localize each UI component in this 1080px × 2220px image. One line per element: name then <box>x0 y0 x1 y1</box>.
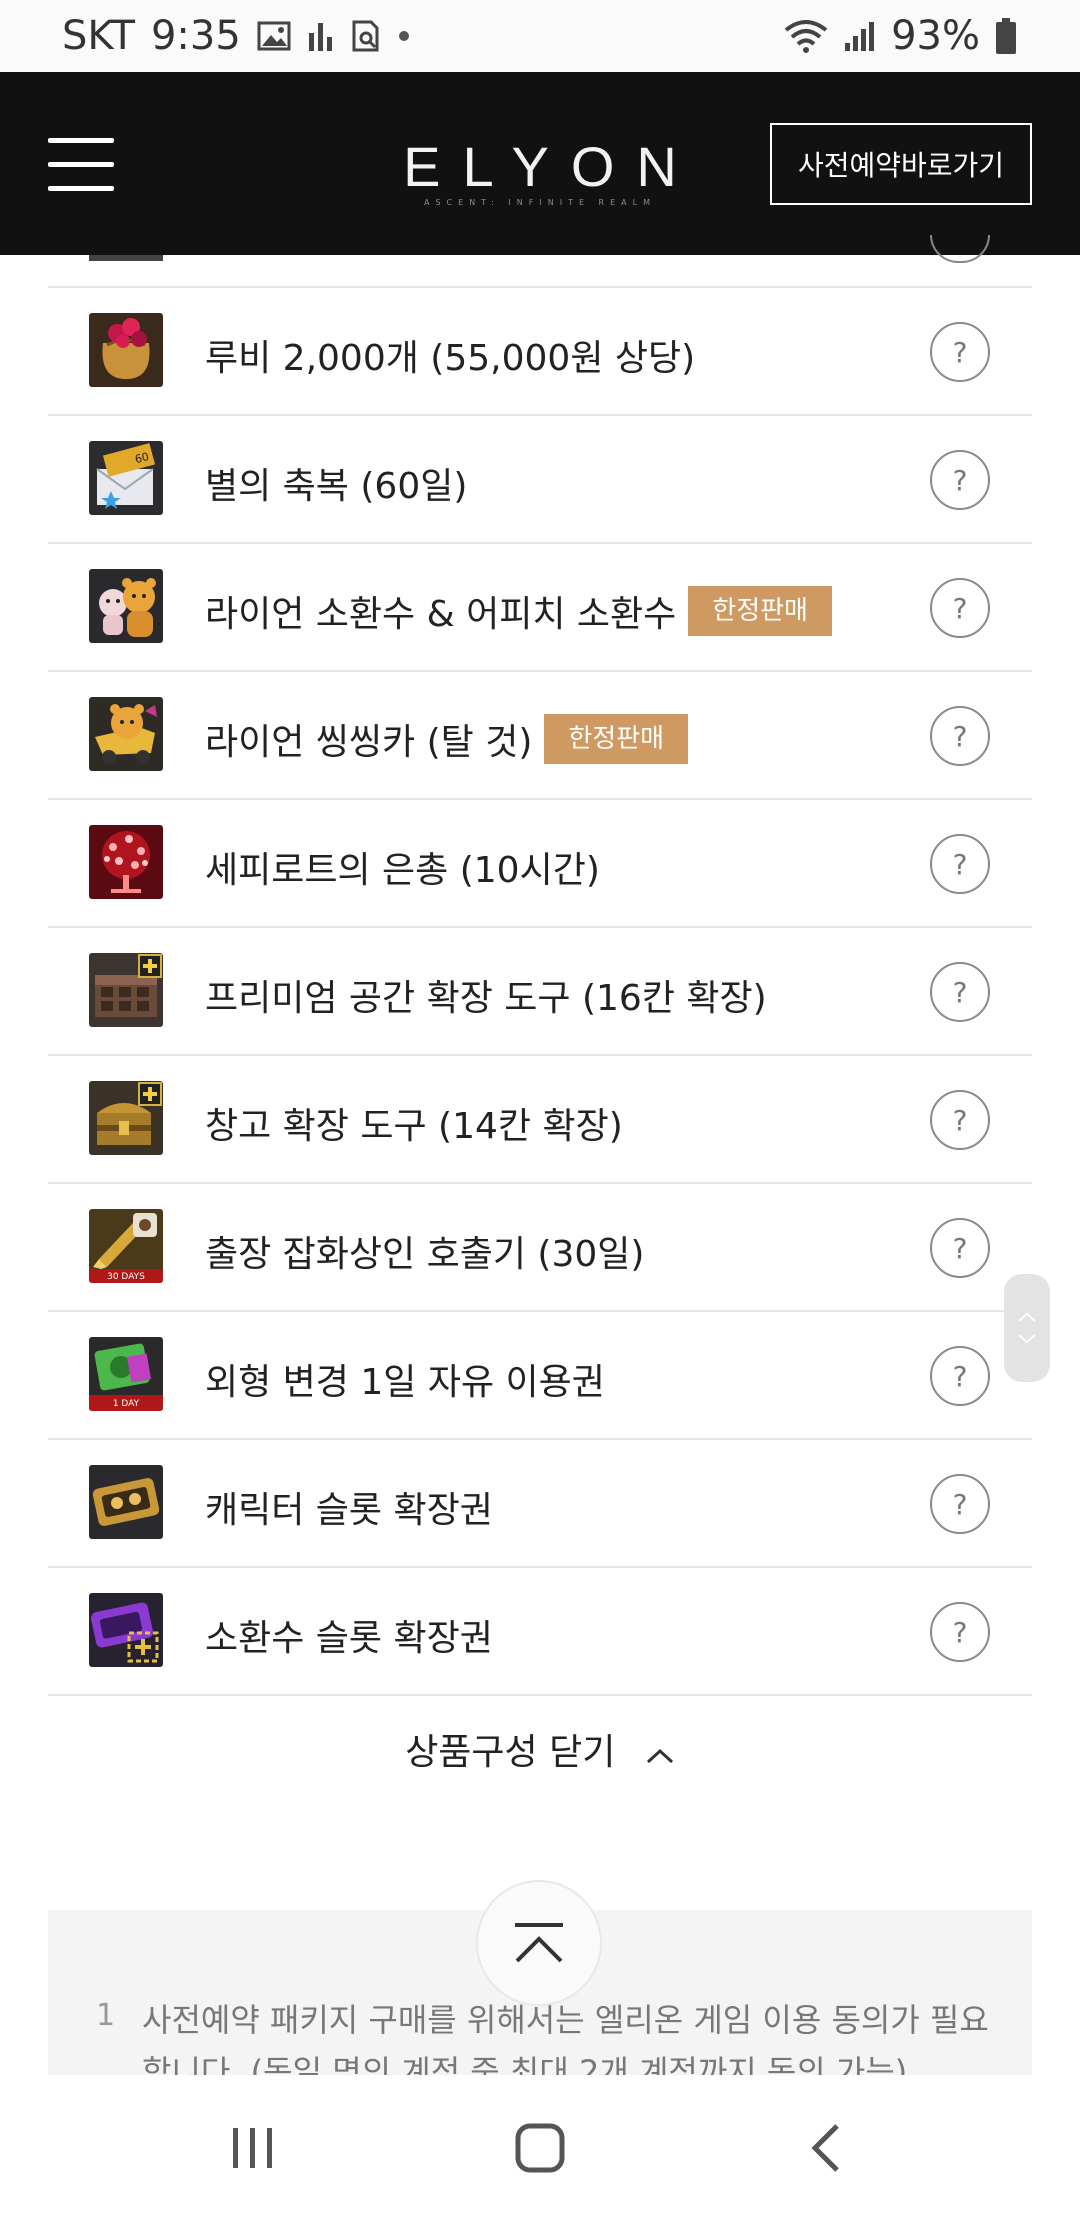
item-thumbnail <box>89 255 163 261</box>
help-button[interactable]: ? <box>930 962 990 1022</box>
help-button[interactable]: ? <box>930 1602 990 1662</box>
item-title: 별의 축복 (60일) <box>205 466 468 507</box>
preregister-button[interactable]: 사전예약바로가기 <box>770 123 1032 205</box>
help-button[interactable]: ? <box>930 706 990 766</box>
site-header: ELYON ASCENT: INFINITE REALM 사전예약바로가기 <box>0 72 1080 255</box>
chevron-up-icon <box>645 1734 675 1775</box>
list-item: 라이언 소환수 & 어피치 소환수 한정판매 ? <box>48 544 1032 672</box>
signal-icon <box>843 19 877 53</box>
help-button[interactable]: ? <box>930 1090 990 1150</box>
list-item: 30 DAYS 출장 잡화상인 호출기 (30일) ? <box>48 1184 1032 1312</box>
list-item: 세피로트의 은총 (10시간) ? <box>48 800 1032 928</box>
help-button[interactable]: ? <box>930 578 990 638</box>
scroll-to-top-button[interactable] <box>476 1880 602 2006</box>
system-nav-bar <box>0 2075 1080 2220</box>
help-button[interactable]: ? <box>930 834 990 894</box>
status-bar: SKT 9:35 93% <box>0 0 1080 72</box>
ryan-scooter-icon <box>89 697 163 771</box>
item-title: 외형 변경 1일 자유 이용권 <box>205 1362 605 1403</box>
sephirot-tree-icon <box>89 825 163 899</box>
dot-icon <box>397 29 411 43</box>
back-icon[interactable] <box>782 2103 872 2193</box>
ruby-bag-icon <box>89 313 163 387</box>
summon-slot-ticket-icon <box>89 1593 163 1667</box>
inventory-expand-icon <box>89 953 163 1027</box>
list-item: 60 별의 축복 (60일) ? <box>48 416 1032 544</box>
scroll-control[interactable] <box>1004 1274 1050 1382</box>
notice-text: 사전예약 패키지 구매를 위해서는 엘리온 게임 이용 동의가 필요합니다. (… <box>142 2001 989 2075</box>
collapse-label: 상품구성 닫기 <box>405 1732 616 1773</box>
appearance-ticket-icon: 1 DAY <box>89 1337 163 1411</box>
home-icon[interactable] <box>495 2103 585 2193</box>
help-button[interactable]: ? <box>930 1218 990 1278</box>
list-item: 소환수 슬롯 확장권 ? <box>48 1568 1032 1696</box>
item-title: 소환수 슬롯 확장권 <box>205 1618 493 1659</box>
chevron-up-icon[interactable] <box>1017 1311 1037 1323</box>
item-title: 세피로트의 은총 (10시간) <box>205 850 600 891</box>
item-title: 출장 잡화상인 호출기 (30일) <box>205 1234 645 1275</box>
item-title: 창고 확장 도구 (14칸 확장) <box>205 1106 623 1147</box>
battery-percent: 93% <box>891 13 980 59</box>
30-days-label-icon: 30 DAYS <box>107 1272 145 1282</box>
storage-expand-icon <box>89 1081 163 1155</box>
limited-sale-badge: 한정판매 <box>688 586 832 636</box>
limited-sale-badge: 한정판매 <box>544 714 689 764</box>
item-list: 루비 2,000개 (55,000원 상당) ? 60 별의 축복 (60일) … <box>48 288 1032 1696</box>
document-search-icon <box>351 19 381 53</box>
help-button[interactable]: ? <box>930 1474 990 1534</box>
clock: 9:35 <box>150 13 241 59</box>
star-blessing-ticket-icon: 60 <box>89 441 163 515</box>
item-title: 캐릭터 슬롯 확장권 <box>205 1490 493 1531</box>
help-button[interactable]: ? <box>930 450 990 510</box>
list-item: 1 DAY 외형 변경 1일 자유 이용권 ? <box>48 1312 1032 1440</box>
collapse-contents-button[interactable]: 상품구성 닫기 <box>0 1723 1080 1775</box>
gallery-icon <box>257 20 291 52</box>
recent-apps-icon[interactable] <box>208 2103 298 2193</box>
package-contents: 루비 2,000개 (55,000원 상당) ? 60 별의 축복 (60일) … <box>0 235 1080 1696</box>
battery-icon <box>994 17 1018 55</box>
list-item: 프리미엄 공간 확장 도구 (16칸 확장) ? <box>48 928 1032 1056</box>
help-button[interactable]: ? <box>930 322 990 382</box>
item-title: 루비 2,000개 (55,000원 상당) <box>205 338 696 379</box>
wifi-icon <box>783 18 829 54</box>
notice-number: 1 <box>96 1998 116 2033</box>
list-item-partial <box>48 235 1032 288</box>
item-title: 라이언 씽씽카 (탈 것) <box>205 722 533 763</box>
item-title: 라이언 소환수 & 어피치 소환수 <box>205 594 677 635</box>
ryan-apeach-summon-icon <box>89 569 163 643</box>
merchant-caller-icon: 30 DAYS <box>89 1209 163 1283</box>
help-icon[interactable] <box>930 235 990 263</box>
character-slot-ticket-icon <box>89 1465 163 1539</box>
list-item: 창고 확장 도구 (14칸 확장) ? <box>48 1056 1032 1184</box>
arrow-top-icon <box>515 1923 563 1963</box>
chevron-down-icon[interactable] <box>1017 1333 1037 1345</box>
carrier-label: SKT <box>62 13 135 59</box>
list-item: 캐릭터 슬롯 확장권 ? <box>48 1440 1032 1568</box>
help-button[interactable]: ? <box>930 1346 990 1406</box>
bar-chart-icon <box>307 19 335 53</box>
item-title: 프리미엄 공간 확장 도구 (16칸 확장) <box>205 978 767 1019</box>
list-item: 라이언 씽씽카 (탈 것) 한정판매 ? <box>48 672 1032 800</box>
1-day-label-icon: 1 DAY <box>112 1399 140 1409</box>
list-item: 루비 2,000개 (55,000원 상당) ? <box>48 288 1032 416</box>
